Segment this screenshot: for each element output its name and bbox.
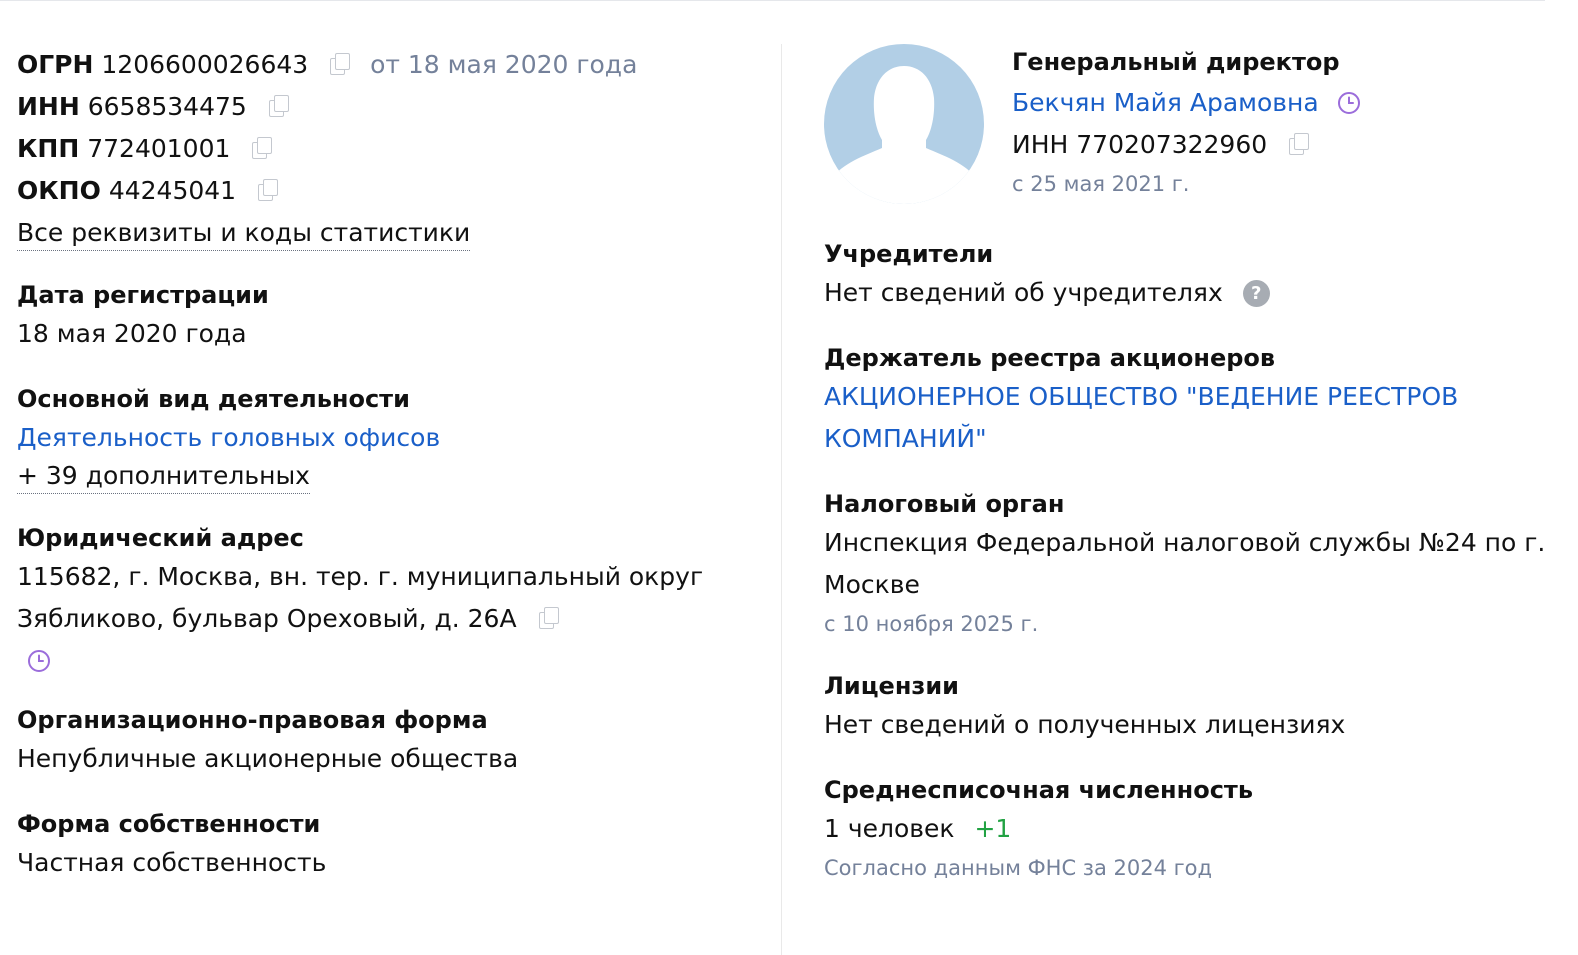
copy-icon[interactable]: [330, 53, 351, 75]
copy-icon[interactable]: [268, 95, 289, 117]
registration-block: Дата регистрации 18 мая 2020 года: [17, 277, 757, 355]
ownership-value: Частная собственность: [17, 848, 327, 877]
inn-label: ИНН: [17, 92, 80, 121]
founders-value: Нет сведений об учредителях: [824, 278, 1223, 307]
licenses-block: Лицензии Нет сведений о полученных лицен…: [824, 668, 1544, 746]
top-divider: [0, 0, 1545, 1]
copy-icon[interactable]: [252, 137, 273, 159]
registry-heading: Держатель реестра акционеров: [824, 344, 1276, 372]
employees-value: 1 человек: [824, 814, 955, 843]
kpp-value: 772401001: [87, 134, 231, 163]
director-since: с 25 мая 2021 г.: [1012, 172, 1190, 196]
ogrn-label: ОГРН: [17, 50, 94, 79]
okpo-value: 44245041: [108, 176, 237, 205]
tax-line-1: Инспекция Федеральной налоговой службы №…: [824, 528, 1546, 557]
director-inn-row: ИНН 770207322960: [1012, 124, 1532, 166]
copy-icon[interactable]: [538, 607, 559, 629]
tax-heading: Налоговый орган: [824, 490, 1065, 518]
legal-form-block: Организационно-правовая форма Непубличны…: [17, 702, 757, 780]
director-name-row: Бекчян Майя Арамовна: [1012, 82, 1532, 124]
director-card: Генеральный директор Бекчян Майя Арамовн…: [1012, 44, 1532, 202]
address-history-row: [17, 640, 757, 682]
copy-icon[interactable]: [1289, 133, 1310, 155]
ogrn-value: 1206600026643: [101, 50, 309, 79]
founders-heading: Учредители: [824, 240, 994, 268]
okpo-row: ОКПО 44245041: [17, 170, 757, 212]
kpp-row: КПП 772401001: [17, 128, 757, 170]
avatar: [824, 44, 984, 204]
additional-activities-link[interactable]: + 39 дополнительных: [17, 459, 310, 494]
address-block: Юридический адрес 115682, г. Москва, вн.…: [17, 520, 757, 682]
company-details-page: ОГРН 1206600026643 от 18 мая 2020 года И…: [0, 0, 1578, 955]
help-icon[interactable]: ?: [1242, 280, 1270, 307]
ownership-heading: Форма собственности: [17, 810, 321, 838]
ownership-block: Форма собственности Частная собственност…: [17, 806, 757, 884]
right-blocks: Учредители Нет сведений об учредителях ?…: [824, 236, 1546, 886]
ogrn-date: от 18 мая 2020 года: [370, 50, 638, 79]
director-inn-label: ИНН: [1012, 130, 1069, 159]
employees-block: Среднесписочная численность 1 человек +1…: [824, 772, 1544, 886]
employees-note: Согласно данным ФНС за 2024 год: [824, 856, 1213, 880]
tax-since: с 10 ноября 2025 г.: [824, 612, 1039, 636]
column-divider: [781, 44, 782, 955]
registry-link-line-1[interactable]: АКЦИОНЕРНОЕ ОБЩЕСТВО "ВЕДЕНИЕ РЕЕСТРОВ: [824, 376, 1544, 418]
registry-block: Держатель реестра акционеров АКЦИОНЕРНОЕ…: [824, 340, 1544, 460]
address-line-1: 115682, г. Москва, вн. тер. г. муниципал…: [17, 562, 704, 591]
legal-form-value: Непубличные акционерные общества: [17, 744, 519, 773]
left-column: ОГРН 1206600026643 от 18 мая 2020 года И…: [17, 44, 757, 884]
inn-value: 6658534475: [87, 92, 247, 121]
registration-date: 18 мая 2020 года: [17, 319, 247, 348]
employees-heading: Среднесписочная численность: [824, 776, 1254, 804]
employees-row: 1 человек +1: [824, 808, 1544, 850]
address-line-2: Зябликово, бульвар Ореховый, д. 26А: [17, 604, 517, 633]
director-inn-value: 770207322960: [1076, 130, 1268, 159]
registry-link-line-2[interactable]: КОМПАНИЙ": [824, 418, 1544, 460]
copy-icon[interactable]: [258, 179, 279, 201]
employees-delta: +1: [974, 814, 1012, 843]
activity-block: Основной вид деятельности Деятельность г…: [17, 381, 757, 494]
clock-icon[interactable]: [1337, 91, 1361, 115]
director-title: Генеральный директор: [1012, 48, 1340, 76]
licenses-value: Нет сведений о полученных лицензиях: [824, 710, 1346, 739]
legal-form-heading: Организационно-правовая форма: [17, 706, 488, 734]
address-line-2-row: Зябликово, бульвар Ореховый, д. 26А: [17, 598, 757, 640]
kpp-label: КПП: [17, 134, 80, 163]
ogrn-row: ОГРН 1206600026643 от 18 мая 2020 года: [17, 44, 757, 86]
licenses-heading: Лицензии: [824, 672, 959, 700]
clock-icon[interactable]: [27, 649, 51, 673]
director-name-link[interactable]: Бекчян Майя Арамовна: [1012, 88, 1319, 117]
activity-heading: Основной вид деятельности: [17, 385, 410, 413]
tax-line-2: Москве: [824, 570, 920, 599]
founders-row: Нет сведений об учредителях ?: [824, 272, 1544, 314]
registration-heading: Дата регистрации: [17, 281, 269, 309]
main-activity-link[interactable]: Деятельность головных офисов: [17, 417, 757, 459]
okpo-label: ОКПО: [17, 176, 101, 205]
inn-row: ИНН 6658534475: [17, 86, 757, 128]
tax-block: Налоговый орган Инспекция Федеральной на…: [824, 486, 1546, 642]
address-heading: Юридический адрес: [17, 524, 304, 552]
founders-block: Учредители Нет сведений об учредителях ?: [824, 236, 1544, 314]
all-requisites-link[interactable]: Все реквизиты и коды статистики: [17, 216, 471, 251]
